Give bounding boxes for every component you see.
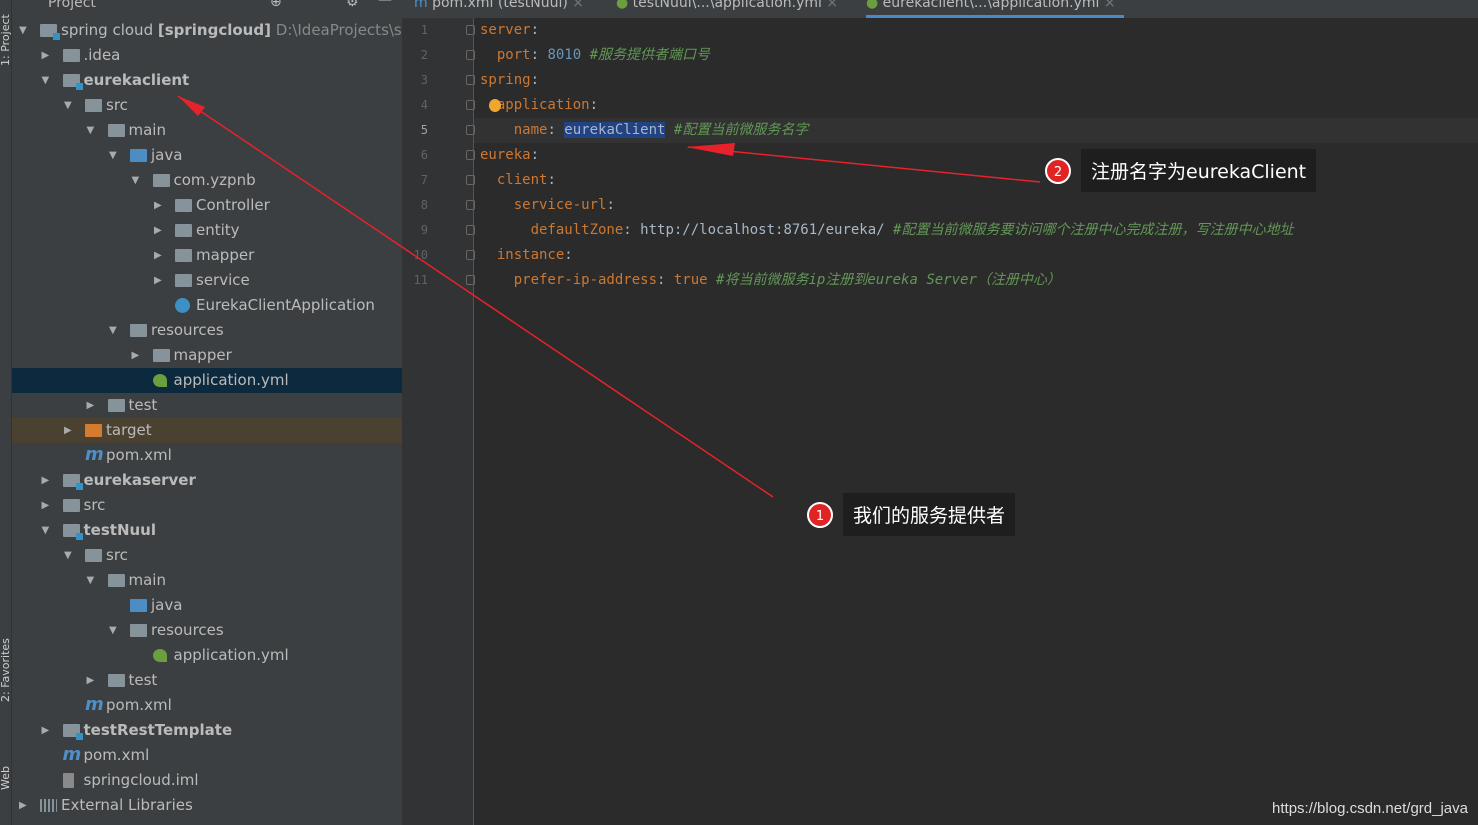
- annotation-text: 注册名字为eurekaClient: [1081, 149, 1317, 192]
- web-tool-button[interactable]: Web: [0, 766, 12, 790]
- annotation-arrows: [177, 95, 1041, 498]
- annotation-text: 我们的服务提供者: [843, 493, 1016, 536]
- annotation-arrow-2-head: [686, 143, 735, 156]
- annotation-arrow-1: [177, 95, 774, 498]
- annotation-arrow-1-head: [178, 96, 205, 116]
- project-tool-button[interactable]: 1: Project: [0, 14, 12, 66]
- annotation-callout-1: 1 我们的服务提供者: [807, 493, 1016, 536]
- annotation-arrow-2: [687, 146, 1041, 183]
- annotation-number: 2: [1045, 157, 1071, 184]
- tool-window-strip: 1: Project 2: Favorites Web: [0, 0, 12, 825]
- favorites-tool-button[interactable]: 2: Favorites: [0, 638, 12, 702]
- lightbulb-icon[interactable]: [489, 99, 501, 112]
- annotation-callout-2: 2 注册名字为eurekaClient: [1045, 149, 1317, 192]
- annotation-number: 1: [807, 501, 833, 528]
- watermark: https://blog.csdn.net/grd_java: [1272, 800, 1468, 817]
